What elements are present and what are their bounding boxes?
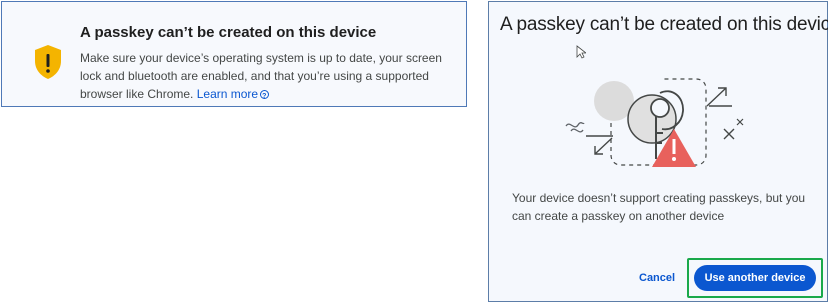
passkey-unavailable-illustration bbox=[565, 78, 744, 167]
learn-more-link[interactable]: Learn more bbox=[196, 87, 270, 106]
cancel-button[interactable]: Cancel bbox=[639, 272, 675, 284]
learn-more-label: Learn more bbox=[196, 87, 259, 101]
mouse-pointer-icon bbox=[576, 45, 586, 59]
notice-title: A passkey can’t be created on this devic… bbox=[80, 24, 377, 41]
passkey-unavailable-dialog: A passkey can’t be created on this devic… bbox=[488, 1, 828, 302]
dialog-description: Your device doesn’t support creating pas… bbox=[512, 191, 806, 223]
highlight-box: Use another device bbox=[687, 258, 823, 298]
help-icon bbox=[260, 88, 270, 106]
passkey-error-notice: A passkey can’t be created on this devic… bbox=[1, 1, 467, 107]
use-another-device-button[interactable]: Use another device bbox=[694, 265, 816, 291]
dialog-title: A passkey can’t be created on this devic… bbox=[500, 14, 828, 35]
notice-message: Make sure your device’s operating system… bbox=[80, 49, 458, 106]
shield-warning-icon bbox=[35, 45, 61, 79]
